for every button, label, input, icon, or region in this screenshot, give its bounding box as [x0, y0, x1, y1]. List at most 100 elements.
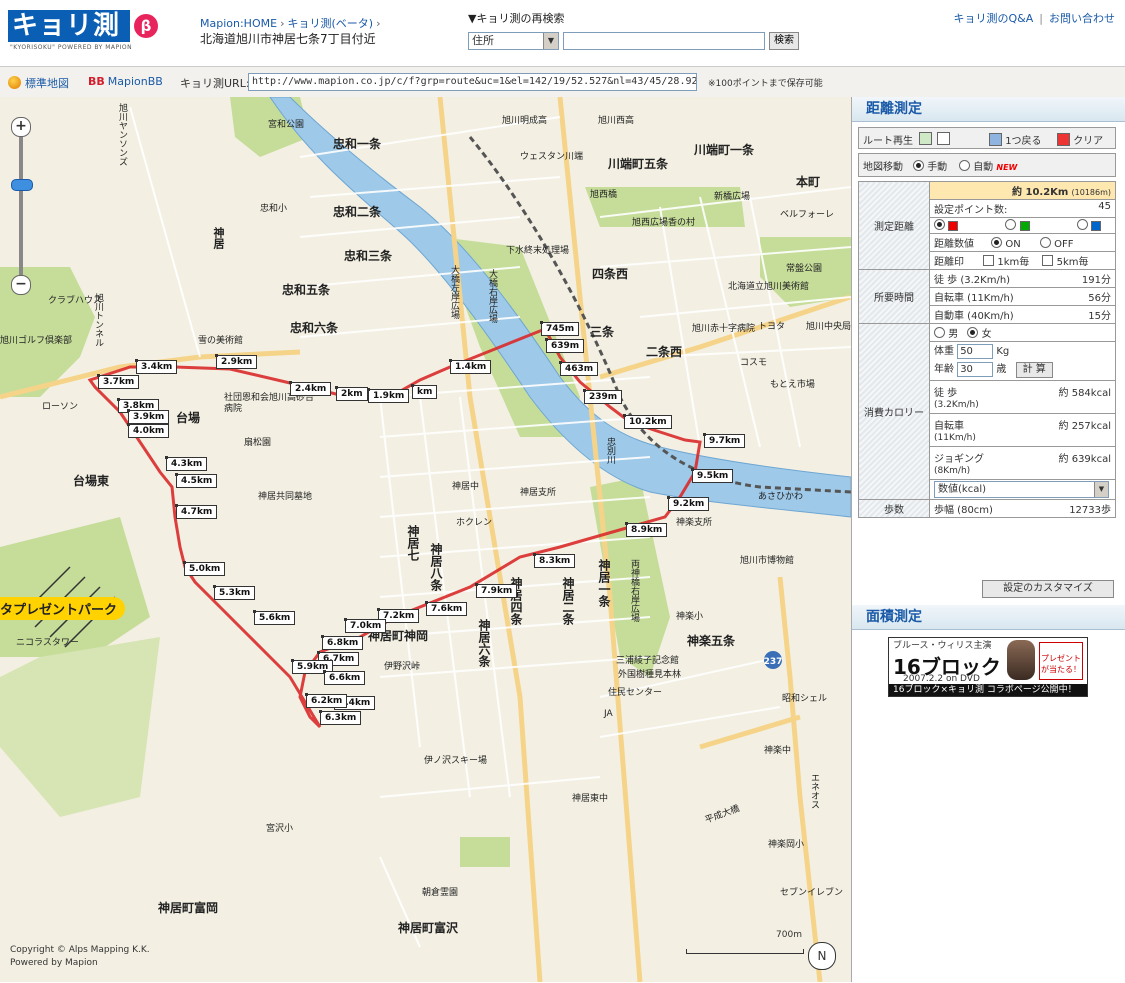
zoom-in-button[interactable]: + [11, 117, 31, 137]
breadcrumb-separator: › [280, 17, 285, 30]
contact-link[interactable]: お問い合わせ [1049, 12, 1115, 25]
color-green-option[interactable] [1005, 219, 1030, 232]
mark-5km-checkbox[interactable]: 5km毎 [1042, 255, 1089, 268]
play-button[interactable] [919, 132, 932, 146]
district-label: 忠和二条 [333, 205, 382, 219]
distance-label: 4.7km [174, 504, 218, 519]
setting-points-value: 45 [1098, 201, 1111, 212]
calorie-unit-select[interactable]: 数値(kcal) ▼ [934, 481, 1109, 498]
calorie-row: ジョギング 約 639kcal (8Km/h) [929, 446, 1116, 480]
landmark-label: 伊ノ沢スキー場 [424, 756, 488, 766]
age-input[interactable]: 30 [957, 361, 994, 377]
logo-beta-badge: β [134, 14, 158, 38]
clear-button[interactable]: クリア [1057, 132, 1103, 147]
search-input[interactable] [563, 32, 765, 50]
district-label: 神居七 [406, 525, 420, 561]
distance-label: 3.4km [134, 359, 178, 374]
distance-off-radio[interactable]: OFF [1039, 237, 1073, 250]
landmark-label: トヨタ [758, 322, 786, 332]
landmark-label: 神居支所 [520, 488, 557, 498]
calculate-button[interactable]: 計 算 [1015, 362, 1053, 378]
weight-age-cell: 体重 50 Kg 年齢 30 歳 計 算 [929, 341, 1116, 381]
scale-label: 700m [776, 930, 802, 940]
on-label: ON [1005, 239, 1021, 250]
kcal-select-cell: 数値(kcal) ▼ [929, 479, 1116, 500]
zoom-slider-handle[interactable] [11, 179, 33, 191]
steps-value: 12733歩 [1069, 505, 1111, 516]
park-label: タプレゼントパーク [0, 597, 126, 620]
color-red-option[interactable] [934, 219, 959, 232]
male-radio[interactable]: 男 [934, 327, 958, 340]
landmark-label: ベルフォーレ [780, 210, 835, 220]
area-measure-title[interactable]: 面積測定 [852, 605, 1125, 630]
url-label: キョリ測URL: [180, 77, 250, 90]
time-label: 自動車 (40Km/h) [934, 311, 1014, 322]
time-label: 徒 歩 (3.2Km/h) [934, 275, 1011, 286]
advertisement-banner[interactable]: ブルース・ウィリス主演 16ブロック 2007.2.2 on DVD プレゼント… [888, 637, 1088, 697]
calorie-speed: (8Km/h) [934, 466, 971, 476]
landmark-label: セブンイレブン [780, 888, 844, 898]
zoom-slider-track[interactable] [19, 137, 23, 277]
breadcrumb-kyorisoku-link[interactable]: キョリ測(ベータ) [287, 17, 373, 30]
radio-icon [991, 237, 1003, 248]
stop-button[interactable] [937, 132, 950, 146]
district-label: 神居二条 [561, 577, 575, 625]
calorie-value: 約 257kcal [1058, 421, 1111, 432]
measure-results-table: 測定距離 約 10.2Km (10186m) 設定ポイント数: 45 距離数値 O… [858, 181, 1116, 518]
search-type-select[interactable]: 住所 ▼ [468, 32, 559, 50]
standard-map-link[interactable]: 標準地図 [8, 75, 69, 91]
map-canvas[interactable]: 237 + − 忠和一条 忠和二条 忠和三条 忠和五条 忠和六条 台場 台場東 … [0, 97, 852, 982]
auto-radio[interactable]: 自動 NEW [959, 158, 1017, 173]
calorie-speed: (3.2Km/h) [934, 400, 979, 410]
weight-input[interactable]: 50 [957, 343, 994, 359]
district-label: 川端町一条 [694, 143, 755, 157]
district-label: 神居町富沢 [398, 921, 459, 935]
distance-label: 6.2km [304, 693, 348, 708]
district-label: 台場東 [73, 474, 110, 488]
calorie-label: 自転車 [934, 421, 964, 432]
search-button[interactable]: 検索 [769, 32, 799, 50]
district-label: 本町 [796, 175, 821, 189]
manual-radio[interactable]: 手動 [913, 158, 947, 173]
landmark-label: 両神橋右岸広場 [629, 559, 639, 622]
undo-button[interactable]: 1つ戻る [989, 132, 1042, 147]
landmark-label: 旭川明成高 [502, 116, 548, 126]
section-label: 消費カロリー [858, 323, 930, 500]
undo-label: 1つ戻る [1005, 136, 1042, 147]
distance-label: 5.6km [252, 610, 296, 625]
checkbox-icon [983, 255, 995, 266]
customize-settings-button[interactable]: 設定のカスタマイズ [982, 580, 1114, 598]
color-blue-option[interactable] [1076, 219, 1101, 232]
weight-unit: Kg [996, 346, 1010, 357]
landmark-label: 宮和公園 [268, 120, 305, 130]
landmark-label: 伊野沢峠 [384, 662, 421, 672]
zoom-control: + − [10, 117, 33, 297]
research-form: ▼キョリ測の再検索 住所 ▼ 検索 [468, 10, 799, 50]
distance-label: km [410, 384, 438, 399]
map-move-label: 地図移動 [863, 162, 903, 173]
mark-5km-label: 5km毎 [1056, 257, 1089, 268]
toolbar: 標準地図 BB MapionBB キョリ測URL: http://www.mapi… [0, 66, 1125, 98]
breadcrumb-home-link[interactable]: Mapion:HOME [200, 17, 277, 30]
setting-points-label: 設定ポイント数: [934, 205, 1008, 216]
faq-link[interactable]: キョリ測のQ&A [954, 12, 1034, 25]
route-controls: ルート再生 1つ戻る クリア [858, 127, 1116, 149]
kyorisoku-logo[interactable]: キョリ測 β "KYORISOKU" POWERED BY MAPION [8, 10, 158, 52]
gender-cell: 男 女 [929, 323, 1116, 342]
distance-on-radio[interactable]: ON [991, 237, 1021, 250]
url-field[interactable]: http://www.mapion.co.jp/c/f?grp=route&uc… [248, 73, 697, 91]
ad-present-badge: プレゼントが当たる！ [1039, 642, 1083, 680]
district-label: 神居一条 [597, 559, 611, 607]
total-distance-cell: 約 10.2Km (10186m) [929, 181, 1116, 200]
distance-label: 2.4km [288, 381, 332, 396]
landmark-label: もとえ市場 [770, 380, 815, 390]
female-radio[interactable]: 女 [967, 327, 992, 340]
district-label: 忠和三条 [344, 249, 393, 263]
distance-label: 5.0km [182, 561, 226, 576]
radio-icon [913, 160, 924, 171]
top-links: キョリ測のQ&A | お問い合わせ [954, 10, 1115, 26]
zoom-out-button[interactable]: − [11, 275, 31, 295]
mapion-bb-link[interactable]: BB MapionBB [88, 75, 163, 88]
distance-measure-title: 距離測定 [852, 97, 1125, 122]
mark-1km-checkbox[interactable]: 1km毎 [983, 255, 1029, 268]
